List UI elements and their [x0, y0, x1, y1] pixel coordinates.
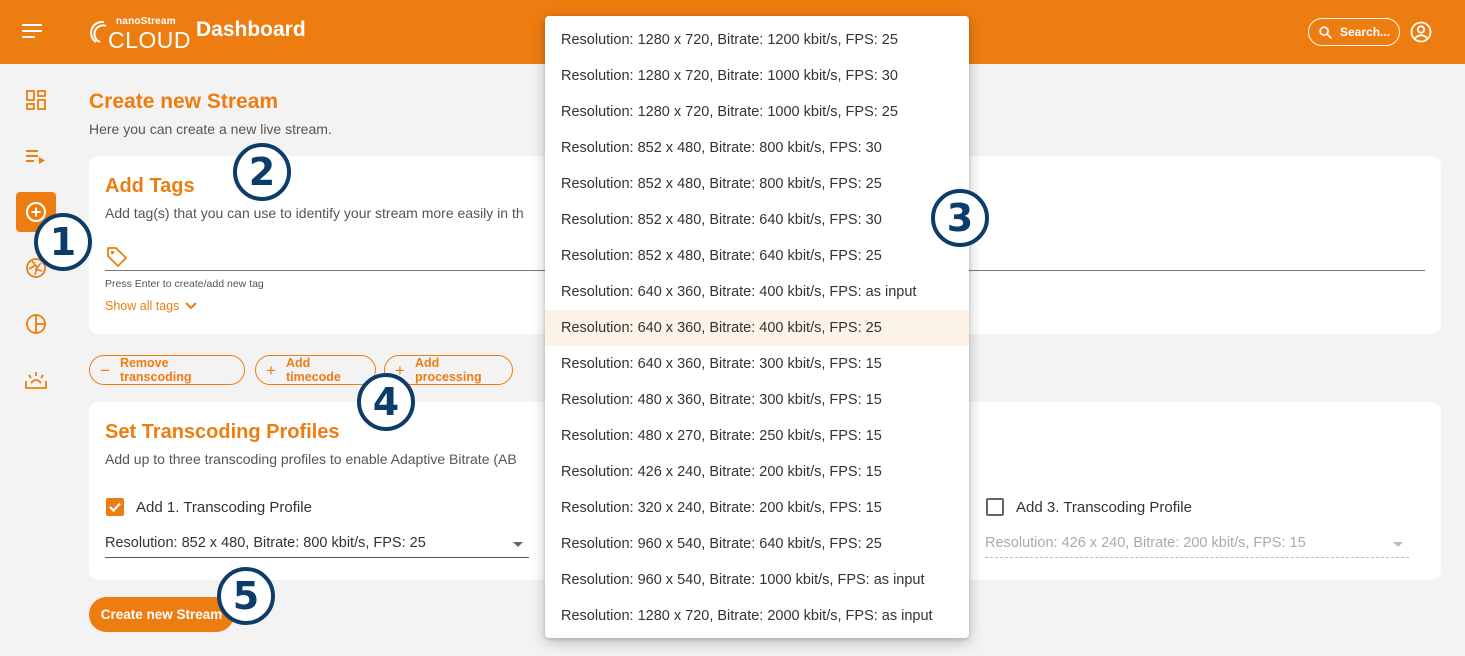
sidebar-item-dashboard[interactable]	[16, 80, 56, 120]
hamburger-icon[interactable]	[22, 24, 42, 40]
profile-3-label: Add 3. Transcoding Profile	[1016, 499, 1192, 516]
dropdown-option[interactable]: Resolution: 960 x 540, Bitrate: 1000 kbi…	[545, 562, 969, 598]
dashboard-icon	[26, 90, 46, 110]
callout-badge: 5	[217, 567, 275, 625]
profile-1-value: Resolution: 852 x 480, Bitrate: 800 kbit…	[105, 535, 426, 551]
add-timecode-label: Add timecode	[285, 356, 341, 384]
add-timecode-button[interactable]: + Add timecode	[255, 355, 376, 385]
user-icon[interactable]	[1410, 21, 1432, 43]
remove-transcoding-label: Remove transcoding	[119, 356, 192, 384]
add-processing-label: Add processing	[414, 356, 482, 384]
page-subtitle: Here you can create a new live stream.	[89, 121, 332, 137]
profile-3-value: Resolution: 426 x 240, Bitrate: 200 kbit…	[985, 535, 1306, 551]
dropdown-option[interactable]: Resolution: 426 x 240, Bitrate: 200 kbit…	[545, 454, 969, 490]
profile-dropdown-menu: Resolution: 1280 x 720, Bitrate: 1200 kb…	[545, 16, 969, 638]
dropdown-option[interactable]: Resolution: 1280 x 720, Bitrate: 2000 kb…	[545, 598, 969, 634]
dropdown-option[interactable]: Resolution: 852 x 480, Bitrate: 640 kbit…	[545, 202, 969, 238]
dropdown-option[interactable]: Resolution: 320 x 240, Bitrate: 200 kbit…	[545, 490, 969, 526]
dropdown-option[interactable]: Resolution: 1280 x 720, Bitrate: 1000 kb…	[545, 94, 969, 130]
chevron-down-icon	[185, 302, 198, 310]
show-all-tags-label: Show all tags	[105, 299, 180, 313]
tag-hint: Press Enter to create/add new tag	[105, 278, 264, 290]
profile-1-select[interactable]: Resolution: 852 x 480, Bitrate: 800 kbit…	[105, 530, 529, 558]
logo-small-text: nanoStream	[116, 16, 176, 27]
dropdown-option[interactable]: Resolution: 640 x 360, Bitrate: 400 kbit…	[545, 274, 969, 310]
tags-card-subtitle: Add tag(s) that you can use to identify …	[105, 205, 524, 221]
dropdown-option[interactable]: Resolution: 852 x 480, Bitrate: 640 kbit…	[545, 238, 969, 274]
tag-icon	[107, 247, 127, 267]
callout-badge: 4	[357, 373, 415, 431]
plus-icon: +	[266, 360, 276, 380]
stream-list-icon	[26, 150, 45, 164]
dropdown-option[interactable]: Resolution: 640 x 360, Bitrate: 300 kbit…	[545, 346, 969, 382]
sidebar-item-streams[interactable]	[16, 136, 56, 176]
dropdown-option[interactable]: Resolution: 1280 x 720, Bitrate: 1000 kb…	[545, 58, 969, 94]
dropdown-option[interactable]: Resolution: 640 x 360, Bitrate: 400 kbit…	[545, 310, 969, 346]
callout-badge: 1	[34, 213, 92, 271]
search-icon	[1319, 25, 1332, 39]
dropdown-option[interactable]: Resolution: 852 x 480, Bitrate: 800 kbit…	[545, 166, 969, 202]
minus-icon: −	[100, 360, 110, 380]
analytics-icon	[26, 314, 46, 334]
profile-1-checkbox[interactable]	[106, 498, 124, 516]
dropdown-option[interactable]: Resolution: 1280 x 720, Bitrate: 1200 kb…	[545, 22, 969, 58]
profile-3-select[interactable]: Resolution: 426 x 240, Bitrate: 200 kbit…	[985, 530, 1409, 558]
sidebar-item-analytics[interactable]	[16, 304, 56, 344]
app-title: Dashboard	[196, 18, 306, 41]
logo[interactable]: nanoStream CLOUD	[90, 14, 191, 53]
dropdown-option[interactable]: Resolution: 852 x 480, Bitrate: 800 kbit…	[545, 130, 969, 166]
search-button[interactable]: Search...	[1308, 18, 1400, 46]
dropdown-arrow-icon	[1393, 542, 1403, 547]
dropdown-arrow-icon	[513, 542, 523, 547]
dropdown-option[interactable]: Resolution: 960 x 540, Bitrate: 640 kbit…	[545, 526, 969, 562]
callout-badge: 3	[931, 189, 989, 247]
ingest-icon	[25, 372, 47, 389]
checkmark-icon	[109, 502, 121, 513]
profile-3-checkbox[interactable]	[986, 498, 1004, 516]
profile-1-label: Add 1. Transcoding Profile	[136, 499, 312, 516]
create-stream-button[interactable]: Create new Stream	[89, 597, 234, 632]
callout-badge: 2	[233, 143, 291, 201]
search-label: Search...	[1340, 25, 1391, 39]
dropdown-option[interactable]: Resolution: 480 x 360, Bitrate: 300 kbit…	[545, 382, 969, 418]
transcoding-card-title: Set Transcoding Profiles	[105, 421, 340, 443]
dropdown-option[interactable]: Resolution: 480 x 270, Bitrate: 250 kbit…	[545, 418, 969, 454]
transcoding-card-subtitle: Add up to three transcoding profiles to …	[105, 451, 517, 467]
page-title: Create new Stream	[89, 90, 279, 113]
show-all-tags-link[interactable]: Show all tags	[105, 299, 198, 313]
logo-big-text: CLOUD	[108, 27, 192, 53]
remove-transcoding-button[interactable]: − Remove transcoding	[89, 355, 245, 385]
sidebar-item-ingest[interactable]	[16, 360, 56, 400]
tags-card-title: Add Tags	[105, 175, 195, 197]
